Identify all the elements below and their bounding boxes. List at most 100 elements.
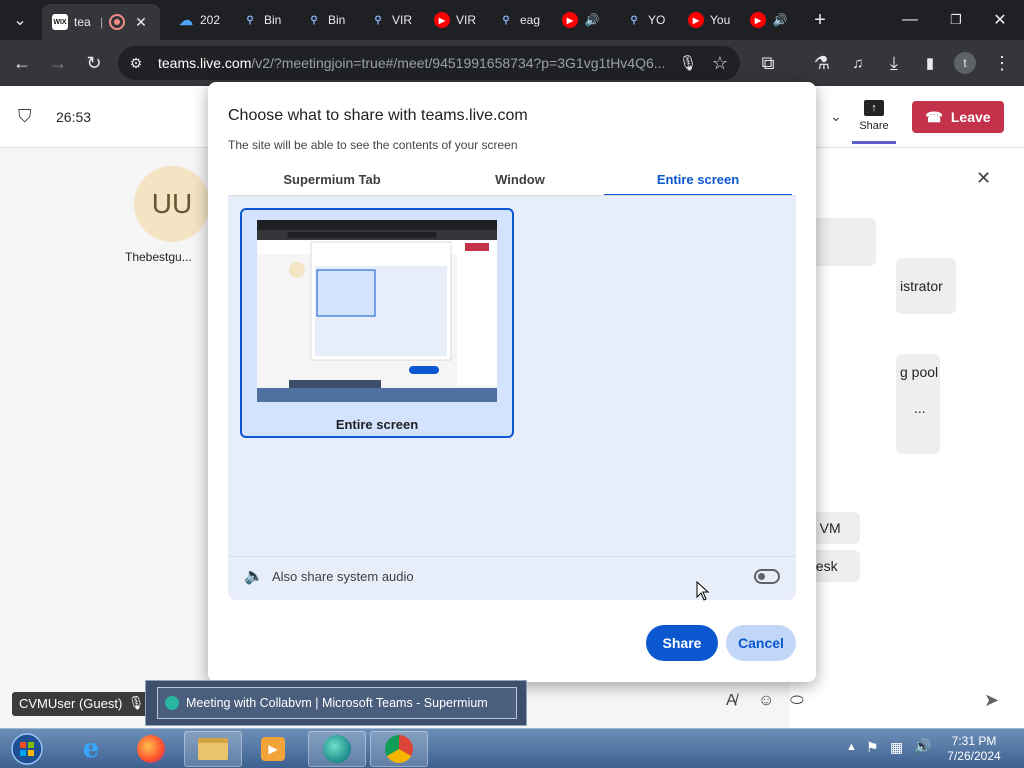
profile-avatar-icon[interactable]: t bbox=[954, 52, 976, 74]
share-button[interactable]: Share bbox=[646, 625, 718, 661]
tab-entire-screen[interactable]: Entire screen bbox=[604, 170, 792, 196]
browser-toolbar: ← → ↻ ⚙ teams.live.com/v2/?meetingjoin=t… bbox=[0, 40, 1024, 86]
tab-separator: | bbox=[100, 15, 104, 29]
tab-bing-2[interactable]: ⚲ Bin bbox=[296, 6, 356, 34]
system-audio-toggle[interactable] bbox=[754, 569, 780, 584]
windows-logo-icon bbox=[11, 733, 43, 765]
speaker-icon: 🔊 bbox=[584, 13, 600, 27]
share-active-indicator bbox=[852, 141, 896, 144]
entire-screen-option[interactable]: Entire screen bbox=[240, 208, 514, 438]
firefox-icon bbox=[137, 735, 165, 763]
tab-youtube-audio-2[interactable]: ▶ 🔊 bbox=[740, 6, 800, 34]
taskbar-preview-title: Meeting with Collabvm | Microsoft Teams … bbox=[186, 696, 488, 710]
media-controls-icon[interactable]: ♫ bbox=[846, 51, 870, 75]
tab-yo-search[interactable]: ⚲ YO bbox=[616, 6, 676, 34]
address-bar[interactable]: ⚙ teams.live.com/v2/?meetingjoin=true#/m… bbox=[118, 46, 740, 80]
media-player-taskbar-button[interactable]: ▶ bbox=[244, 731, 302, 767]
back-icon[interactable]: ← bbox=[10, 51, 34, 75]
share-tray-label: Share bbox=[859, 120, 889, 132]
more-options-icon[interactable]: ... bbox=[900, 400, 926, 416]
panel-card-text: istrator bbox=[900, 278, 943, 294]
guest-user-badge: CVMUser (Guest) 🎙 bbox=[12, 692, 153, 716]
start-button[interactable] bbox=[0, 731, 54, 767]
menu-icon[interactable]: ⋮ bbox=[990, 51, 1014, 75]
tab-onedrive[interactable]: ☁ 202 bbox=[168, 6, 226, 34]
tab-eag-search[interactable]: ⚲ eag bbox=[488, 6, 548, 34]
restore-icon[interactable]: ❐ bbox=[944, 8, 968, 32]
forward-icon[interactable]: → bbox=[46, 51, 70, 75]
chevron-down-icon[interactable]: ⌄ bbox=[830, 108, 842, 125]
share-screen-icon: ↑ bbox=[864, 100, 884, 116]
close-panel-icon[interactable]: ✕ bbox=[976, 168, 991, 189]
format-icon[interactable]: A̸ bbox=[726, 692, 737, 710]
system-audio-row: 🔈 Also share system audio bbox=[228, 556, 796, 600]
leave-label: Leave bbox=[950, 109, 991, 125]
action-center-flag-icon[interactable]: ⚑ bbox=[866, 739, 879, 756]
side-panel-icon[interactable]: ▮ bbox=[918, 51, 942, 75]
tab-youtube[interactable]: ▶ You bbox=[678, 6, 738, 34]
screen-thumbnail-image bbox=[257, 220, 497, 402]
youtube-icon: ▶ bbox=[750, 12, 766, 28]
tab-search-chevron-icon[interactable]: ⌄ bbox=[8, 8, 32, 32]
browser-tab-strip: ⌄ WIX tea | ✕ ☁ 202 ⚲ Bin ⚲ Bin ⚲ VIR ▶ … bbox=[0, 0, 1024, 40]
search-icon: ⚲ bbox=[246, 14, 254, 26]
tab-supermium-tab[interactable]: Supermium Tab bbox=[238, 170, 426, 196]
tab-youtube-audio[interactable]: ▶ 🔊 bbox=[552, 6, 612, 34]
tab-vir-youtube[interactable]: ▶ VIR bbox=[424, 6, 486, 34]
file-explorer-icon bbox=[198, 738, 228, 760]
tab-teams[interactable]: WIX tea | ✕ bbox=[42, 4, 160, 40]
windows-taskbar: e ▶ ▲ ⚑ ▦ 🔊 7:31 PM 7/26/2024 bbox=[0, 728, 1024, 768]
panel-card-administrator[interactable]: istrator bbox=[896, 258, 956, 314]
bookmark-star-icon[interactable]: ☆ bbox=[708, 51, 732, 75]
supermium-taskbar-button[interactable] bbox=[308, 731, 366, 767]
tab-window[interactable]: Window bbox=[426, 170, 614, 196]
minimize-icon[interactable]: — bbox=[898, 8, 922, 32]
tab-vir-search[interactable]: ⚲ VIR bbox=[360, 6, 422, 34]
screen-share-dialog: Choose what to share with teams.live.com… bbox=[208, 82, 816, 682]
file-explorer-taskbar-button[interactable] bbox=[184, 731, 242, 767]
emoji-icon[interactable]: ☺ bbox=[758, 692, 774, 710]
tab-bing-1[interactable]: ⚲ Bin bbox=[232, 6, 292, 34]
taskbar-thumbnail-preview[interactable]: Meeting with Collabvm | Microsoft Teams … bbox=[145, 680, 527, 726]
site-settings-icon[interactable]: ⚙ bbox=[124, 51, 148, 75]
screen-picker-area: Entire screen 🔈 Also share system audio bbox=[228, 196, 796, 600]
mouse-cursor-icon bbox=[696, 581, 710, 601]
internet-explorer-icon: e bbox=[82, 734, 100, 764]
reload-icon[interactable]: ↻ bbox=[82, 51, 106, 75]
network-icon[interactable]: ▦ bbox=[890, 739, 903, 756]
send-icon[interactable]: ➤ bbox=[984, 690, 999, 711]
microphone-icon[interactable]: 🎙 bbox=[676, 51, 700, 75]
labs-icon[interactable]: ⚗ bbox=[810, 51, 834, 75]
cancel-button[interactable]: Cancel bbox=[726, 625, 796, 661]
internet-explorer-taskbar-button[interactable]: e bbox=[62, 731, 120, 767]
share-tray-button[interactable]: ↑ Share bbox=[852, 94, 896, 144]
panel-card-text: g pool bbox=[900, 364, 939, 380]
panel-card-pool[interactable]: g pool ... bbox=[896, 354, 940, 454]
record-icon bbox=[109, 14, 126, 30]
youtube-icon: ▶ bbox=[688, 12, 704, 28]
close-tab-icon[interactable]: ✕ bbox=[135, 14, 147, 31]
chrome-icon bbox=[385, 735, 413, 763]
download-icon[interactable]: ⤓ bbox=[882, 51, 906, 75]
sticker-icon[interactable]: ⬭ bbox=[790, 692, 804, 710]
youtube-icon: ▶ bbox=[434, 12, 450, 28]
mic-muted-icon: 🎙 bbox=[127, 695, 145, 710]
dialog-subtitle: The site will be able to see the content… bbox=[228, 138, 518, 152]
volume-icon[interactable]: 🔊 bbox=[914, 738, 931, 755]
search-icon: ⚲ bbox=[310, 14, 318, 26]
leave-button[interactable]: ☎ Leave bbox=[912, 101, 1004, 133]
extensions-icon[interactable]: ⧉ bbox=[756, 51, 780, 75]
new-tab-icon[interactable]: + bbox=[808, 8, 832, 32]
hang-up-icon: ☎ bbox=[925, 108, 943, 125]
close-window-icon[interactable]: ✕ bbox=[988, 8, 1012, 32]
meeting-timer: 26:53 bbox=[56, 109, 92, 125]
firefox-taskbar-button[interactable] bbox=[122, 731, 180, 767]
taskbar-preview-item[interactable]: Meeting with Collabvm | Microsoft Teams … bbox=[157, 687, 517, 719]
url-text: teams.live.com/v2/?meetingjoin=true#/mee… bbox=[158, 55, 673, 71]
search-icon: ⚲ bbox=[630, 14, 638, 26]
supermium-icon bbox=[165, 696, 179, 710]
show-hidden-icons-icon[interactable]: ▲ bbox=[846, 741, 857, 753]
system-clock[interactable]: 7:31 PM 7/26/2024 bbox=[938, 734, 1010, 764]
entire-screen-label: Entire screen bbox=[335, 417, 419, 432]
chrome-taskbar-button[interactable] bbox=[370, 731, 428, 767]
